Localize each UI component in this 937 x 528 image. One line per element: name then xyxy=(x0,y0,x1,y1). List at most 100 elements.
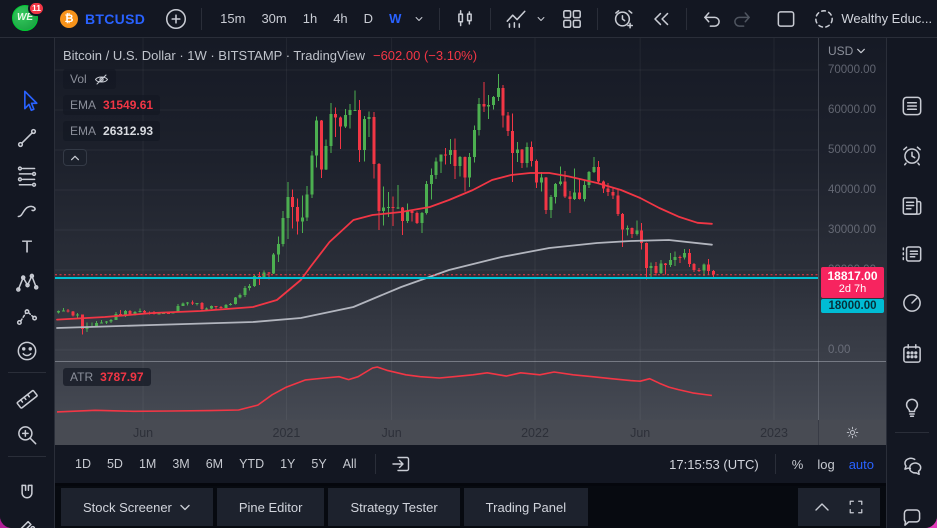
symbol-title[interactable]: Bitcoin / U.S. Dollar · 1W · BITSTAMP · … xyxy=(63,48,365,63)
expand-panel-chevron-icon[interactable] xyxy=(814,501,830,513)
alerts-button[interactable] xyxy=(898,141,926,169)
undo-button[interactable] xyxy=(697,5,727,33)
layout-grid-button[interactable] xyxy=(557,5,587,33)
indicator-templates-button[interactable] xyxy=(531,5,551,33)
range-ytd-button[interactable]: YTD xyxy=(231,453,272,475)
toolbar-divider xyxy=(775,454,776,474)
pane-separator[interactable] xyxy=(55,361,886,362)
calendar-button[interactable] xyxy=(898,340,926,368)
tab-strategy-tester[interactable]: Strategy Tester xyxy=(328,488,459,526)
chart-area[interactable]: Bitcoin / U.S. Dollar · 1W · BITSTAMP · … xyxy=(55,38,886,445)
range-1m-button[interactable]: 1M xyxy=(131,453,164,475)
go-to-date-button[interactable] xyxy=(386,450,416,478)
log-scale-button[interactable]: log xyxy=(817,457,834,472)
cloud-save-button[interactable] xyxy=(809,5,839,33)
news-button[interactable] xyxy=(898,192,926,220)
magnet-mode-button[interactable] xyxy=(13,480,41,508)
object-tree-button[interactable] xyxy=(898,240,926,268)
range-5y-button[interactable]: 5Y xyxy=(303,453,334,475)
trend-line-tool-button[interactable] xyxy=(13,124,41,152)
compare-add-symbol-button[interactable] xyxy=(161,5,191,33)
plus-circle-icon xyxy=(164,7,188,31)
snapshot-layout-button[interactable] xyxy=(771,5,801,33)
redo-button[interactable] xyxy=(727,5,757,33)
measure-tool-button[interactable] xyxy=(13,384,41,412)
axis-settings-corner[interactable] xyxy=(818,420,886,445)
emoji-tool-button[interactable] xyxy=(13,337,41,365)
ideas-button[interactable] xyxy=(898,393,926,421)
timeframe-1d[interactable]: D xyxy=(356,7,381,30)
eye-hidden-icon[interactable] xyxy=(94,73,109,86)
drawing-toolbar: T xyxy=(0,38,55,528)
tab-trading-panel[interactable]: Trading Panel xyxy=(464,488,588,526)
account-logo[interactable]: WE 11 xyxy=(12,5,38,33)
text-tool-button[interactable]: T xyxy=(13,233,41,261)
atr-label: ATR xyxy=(70,370,93,384)
range-all-button[interactable]: All xyxy=(335,453,365,475)
toolbar-separator xyxy=(439,8,440,30)
timeframe-menu-button[interactable] xyxy=(409,5,429,33)
tab-pine-editor[interactable]: Pine Editor xyxy=(217,488,325,526)
rectangle-icon xyxy=(774,7,798,31)
create-alert-button[interactable] xyxy=(608,5,638,33)
range-1d-button[interactable]: 1D xyxy=(67,453,99,475)
timeframe-4h[interactable]: 4h xyxy=(325,7,355,30)
fib-retracement-tool-button[interactable] xyxy=(13,161,41,189)
toolbar-separator xyxy=(686,8,687,30)
footer-right-controls xyxy=(798,488,880,526)
range-6m-button[interactable]: 6M xyxy=(198,453,231,475)
cursor-icon xyxy=(14,87,40,113)
currency-selector[interactable]: USD xyxy=(828,44,866,58)
trading-panel-label: Trading Panel xyxy=(486,500,566,515)
chart-style-button[interactable] xyxy=(450,5,480,33)
zoom-in-tool-button[interactable] xyxy=(13,421,41,449)
stock-screener-label: Stock Screener xyxy=(83,500,172,515)
public-chats-button[interactable] xyxy=(898,453,926,481)
watchlist-button[interactable] xyxy=(898,92,926,120)
pattern-tool-button[interactable] xyxy=(13,269,41,297)
layout-menu-button[interactable] xyxy=(932,5,937,33)
tab-stock-screener[interactable]: Stock Screener xyxy=(61,488,213,526)
footer-panel: Stock Screener Pine Editor Strategy Test… xyxy=(55,486,886,528)
drawing-mode-lock-button[interactable] xyxy=(13,512,41,528)
private-chat-button[interactable] xyxy=(898,503,926,528)
layout-name[interactable]: Wealthy Educ... xyxy=(841,11,932,26)
range-3m-button[interactable]: 3M xyxy=(164,453,197,475)
atr-indicator-pane[interactable] xyxy=(55,362,818,420)
time-tick-label: Jun xyxy=(630,426,650,440)
percent-scale-button[interactable]: % xyxy=(792,457,804,472)
fullscreen-icon[interactable] xyxy=(848,499,864,515)
brush-tool-button[interactable] xyxy=(13,196,41,224)
symbol-search-button[interactable]: ₿ BTCUSD xyxy=(60,10,145,28)
timeframe-30m[interactable]: 30m xyxy=(253,7,294,30)
indicators-button[interactable] xyxy=(501,5,531,33)
last-price-label: 18817.00 2d 7h xyxy=(821,267,884,298)
bar-replay-button[interactable] xyxy=(646,5,676,33)
svg-text:T: T xyxy=(22,236,33,256)
timeframe-1w-active[interactable]: W xyxy=(381,7,409,30)
atr-legend-row[interactable]: ATR 3787.97 xyxy=(63,368,151,386)
clock-utc[interactable]: 17:15:53 (UTC) xyxy=(669,457,759,472)
ema-slow-legend-row[interactable]: EMA 26312.93 xyxy=(63,121,160,141)
chat-bubbles-icon xyxy=(899,454,925,480)
range-5d-button[interactable]: 5D xyxy=(99,453,131,475)
chevron-up-icon xyxy=(69,153,81,163)
cursor-tool-button[interactable] xyxy=(13,86,41,114)
price-axis[interactable]: USD 70000.0060000.0050000.0040000.003000… xyxy=(818,38,886,420)
time-axis[interactable]: Jun2021Jun2022Jun2023 xyxy=(55,420,886,445)
notification-badge[interactable]: 11 xyxy=(28,1,45,16)
auto-scale-button[interactable]: auto xyxy=(849,457,874,472)
currency-label: USD xyxy=(828,44,853,58)
range-1y-button[interactable]: 1Y xyxy=(272,453,303,475)
symbol-name[interactable]: BTCUSD xyxy=(85,11,145,27)
pencil-lock-icon xyxy=(14,513,40,528)
timeframe-15m[interactable]: 15m xyxy=(212,7,253,30)
legend-collapse-button[interactable] xyxy=(63,149,87,166)
ema-fast-legend-row[interactable]: EMA 31549.61 xyxy=(63,95,160,115)
hotlists-button[interactable] xyxy=(898,289,926,317)
price-tick-label: 30000.00 xyxy=(828,224,876,236)
timeframe-1h[interactable]: 1h xyxy=(295,7,325,30)
grid-layout-icon xyxy=(560,7,584,31)
volume-legend-row[interactable]: Vol xyxy=(63,69,116,89)
forecast-tool-button[interactable] xyxy=(13,302,41,330)
